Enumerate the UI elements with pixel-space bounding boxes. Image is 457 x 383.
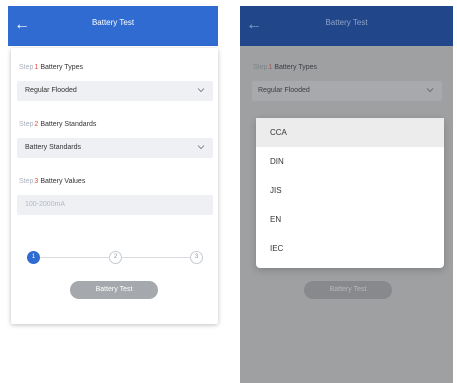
- step-word: Step: [19, 121, 34, 128]
- step-number: 1: [34, 64, 39, 71]
- stepper-connector: [122, 257, 191, 258]
- form-card: Step1 Battery Types Regular Flooded Step2…: [11, 48, 218, 324]
- app-bar: ← Battery Test: [240, 6, 453, 46]
- battery-values-placeholder: 100-2000mA: [25, 201, 66, 208]
- dropdown-option-cca[interactable]: CCA: [256, 118, 444, 147]
- step-label: Battery Values: [40, 178, 86, 185]
- chevron-down-icon: [197, 145, 205, 150]
- dropdown-option-en[interactable]: EN: [256, 205, 444, 234]
- step-word: Step: [19, 178, 34, 185]
- progress-stepper: 1 2 3: [27, 251, 203, 265]
- battery-standards-dropdown: CCA DIN JIS EN IEC: [256, 118, 444, 268]
- battery-type-value: Regular Flooded: [25, 87, 77, 94]
- step-label: Battery Standards: [40, 121, 97, 128]
- step-word: Step: [19, 64, 34, 71]
- stepper-dot-3: 3: [190, 251, 203, 264]
- chevron-down-icon: [197, 88, 205, 93]
- stepper-dot-1: 1: [27, 251, 40, 264]
- app-bar: ← Battery Test: [8, 6, 218, 46]
- battery-type-value: Regular Flooded: [258, 87, 310, 94]
- step-3-heading: Step3 Battery Values: [19, 178, 85, 185]
- dropdown-option-din[interactable]: DIN: [256, 147, 444, 176]
- battery-standards-select[interactable]: Battery Standards: [17, 138, 213, 158]
- stepper-connector: [40, 257, 109, 258]
- battery-type-select[interactable]: Regular Flooded: [252, 81, 442, 101]
- stepper-dot-2: 2: [109, 251, 122, 264]
- step-label: Battery Types: [274, 64, 317, 71]
- battery-type-select[interactable]: Regular Flooded: [17, 81, 213, 101]
- step-word: Step: [253, 64, 268, 71]
- step-1-heading: Step1 Battery Types: [19, 64, 83, 71]
- battery-values-input[interactable]: 100-2000mA: [17, 195, 213, 215]
- page-title: Battery Test: [91, 18, 135, 27]
- step-number: 2: [34, 121, 39, 128]
- dropdown-option-jis[interactable]: JIS: [256, 176, 444, 205]
- page-title: Battery Test: [325, 18, 368, 27]
- battery-test-button[interactable]: Battery Test: [70, 281, 158, 299]
- step-label: Battery Types: [40, 64, 83, 71]
- step-number: 3: [34, 178, 39, 185]
- chevron-down-icon: [426, 88, 434, 93]
- battery-standards-value: Battery Standards: [25, 144, 82, 151]
- step-2-heading: Step2 Battery Standards: [19, 121, 96, 128]
- step-number: 1: [268, 64, 273, 71]
- battery-test-screen: ← Battery Test Step1 Battery Types Regula…: [8, 6, 218, 324]
- dropdown-option-iec[interactable]: IEC: [256, 234, 444, 263]
- step-1-heading: Step1 Battery Types: [253, 64, 317, 71]
- battery-test-button[interactable]: Battery Test: [304, 281, 392, 299]
